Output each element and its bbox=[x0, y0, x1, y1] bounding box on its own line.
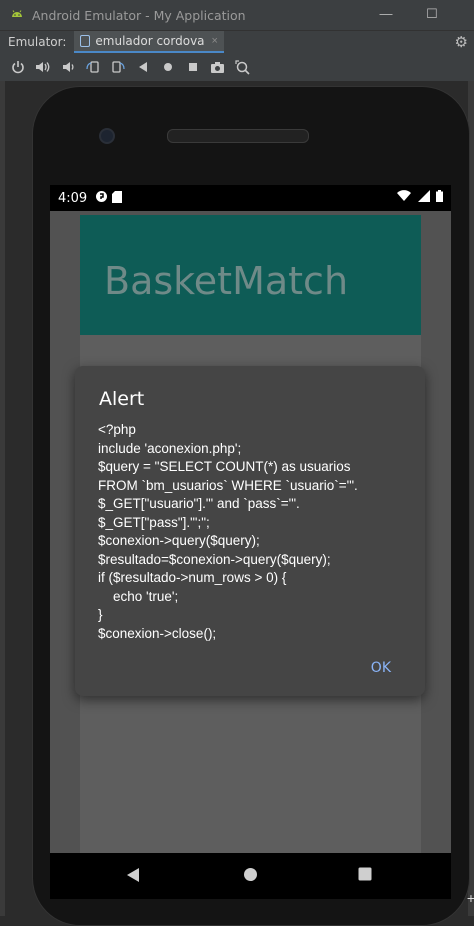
dialog-message: <?php include 'aconexion.php'; $query = … bbox=[98, 422, 358, 641]
overview-icon[interactable] bbox=[183, 57, 202, 77]
nav-overview-icon[interactable] bbox=[358, 867, 372, 886]
home-icon[interactable] bbox=[158, 57, 177, 77]
rotate-left-icon[interactable] bbox=[83, 57, 102, 77]
dialog-title: Alert bbox=[99, 388, 145, 410]
ok-button[interactable]: OK bbox=[371, 660, 391, 676]
status-bar: 4:09 bbox=[50, 185, 451, 211]
gear-icon[interactable]: ⚙ bbox=[455, 33, 468, 51]
app-header: BasketMatch bbox=[80, 215, 421, 335]
navigation-bar bbox=[50, 853, 451, 899]
maximize-button[interactable]: ☐ bbox=[422, 6, 442, 24]
volume-down-icon[interactable] bbox=[58, 57, 77, 77]
zoom-icon[interactable] bbox=[233, 57, 252, 77]
volume-up-icon[interactable] bbox=[33, 57, 52, 77]
tab-emulador-cordova[interactable]: emulador cordova × bbox=[74, 31, 224, 53]
emulator-label: Emulator: bbox=[8, 35, 67, 49]
battery-icon bbox=[436, 190, 443, 202]
front-camera bbox=[99, 128, 115, 144]
power-icon[interactable] bbox=[8, 57, 27, 77]
emulator-toolbar bbox=[0, 53, 474, 81]
nav-home-icon[interactable] bbox=[243, 867, 258, 887]
window-title: Android Emulator - My Application bbox=[32, 7, 246, 23]
minimize-button[interactable]: — bbox=[376, 6, 396, 24]
tab-label: emulador cordova bbox=[95, 34, 205, 48]
android-icon bbox=[10, 8, 24, 22]
signal-icon bbox=[417, 190, 430, 202]
data-saver-icon bbox=[95, 190, 108, 206]
screenshot-icon[interactable] bbox=[208, 57, 227, 77]
earpiece-speaker bbox=[167, 129, 309, 143]
emulator-tab-bar: Emulator: emulador cordova × ⚙ bbox=[0, 30, 474, 53]
close-tab-icon[interactable]: × bbox=[212, 35, 218, 47]
alert-dialog: Alert <?php include 'aconexion.php'; $qu… bbox=[75, 366, 425, 696]
plus-icon[interactable]: + bbox=[467, 890, 474, 906]
status-time: 4:09 bbox=[58, 190, 88, 206]
back-icon[interactable] bbox=[133, 57, 152, 77]
app-title: BasketMatch bbox=[104, 259, 349, 303]
wifi-icon bbox=[397, 190, 412, 201]
device-icon bbox=[80, 35, 91, 47]
status-right-icons bbox=[397, 190, 443, 205]
rotate-right-icon[interactable] bbox=[108, 57, 127, 77]
left-tool-strip bbox=[0, 81, 5, 916]
nav-back-icon[interactable] bbox=[126, 867, 140, 888]
sd-card-icon bbox=[112, 190, 123, 206]
window-title-bar: Android Emulator - My Application — ☐ bbox=[0, 0, 474, 30]
